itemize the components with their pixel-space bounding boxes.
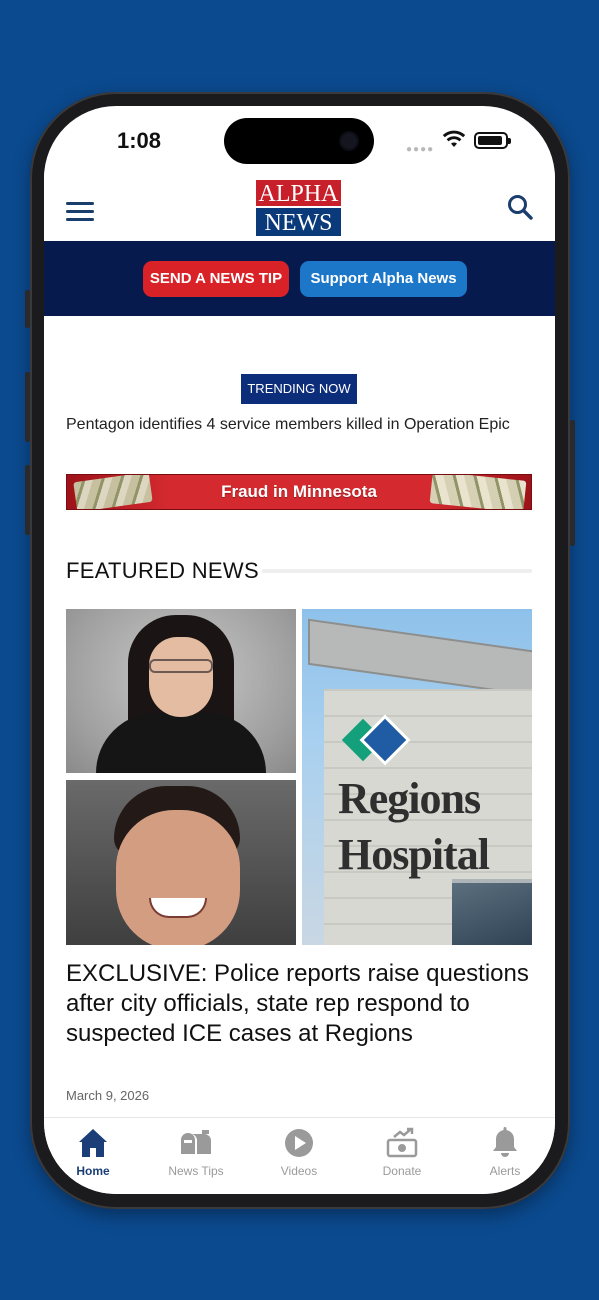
bell-icon [493, 1127, 517, 1157]
send-news-tip-button[interactable]: SEND A NEWS TIP [143, 261, 289, 297]
phone-action-button [25, 290, 30, 328]
phone-volume-down-button [25, 465, 30, 535]
featured-news-heading: FEATURED NEWS [66, 558, 259, 583]
phone-volume-up-button [25, 372, 30, 442]
hamburger-menu-icon[interactable] [66, 202, 94, 222]
tab-label: Videos [280, 1164, 318, 1178]
tab-label: Donate [382, 1164, 422, 1178]
play-icon [285, 1129, 313, 1157]
building-sign-word: Hospital [338, 830, 490, 879]
tab-videos[interactable]: Videos [254, 1126, 344, 1178]
phone-power-button [570, 420, 575, 546]
donate-icon [386, 1127, 418, 1158]
tab-alerts[interactable]: Alerts [460, 1126, 550, 1178]
cta-band: SEND A NEWS TIP Support Alpha News [44, 241, 555, 316]
section-divider [262, 569, 532, 573]
trending-headline-ticker[interactable]: Pentagon identifies 4 service members ki… [66, 416, 532, 434]
tab-label: Alerts [489, 1164, 521, 1178]
app-header: ALPHA NEWS [44, 172, 555, 241]
status-bar: 1:08 ●●●● [44, 106, 555, 172]
status-time: 1:08 [117, 128, 162, 153]
search-icon[interactable] [507, 194, 533, 220]
tab-news-tips[interactable]: News Tips [151, 1126, 241, 1178]
logo-text-top: ALPHA [255, 179, 342, 207]
logo-text-bottom: NEWS [255, 207, 342, 237]
app-screen: 1:08 ●●●● ALPHA NEWS SEND A NEWS TIP Sup… [44, 106, 555, 1194]
featured-article-title[interactable]: EXCLUSIVE: Police reports raise question… [66, 959, 532, 1049]
tab-label: Home [76, 1164, 110, 1178]
featured-article-date: March 9, 2026 [66, 1088, 150, 1103]
bottom-tab-bar: Home News Tips Videos Donate Alerts [44, 1117, 555, 1194]
banner-text: Fraud in Minnesota [221, 482, 377, 501]
cellular-signal-icon: ●●●● [406, 144, 435, 155]
fraud-in-minnesota-banner[interactable]: Fraud in Minnesota [66, 474, 532, 510]
alpha-news-logo[interactable]: ALPHA NEWS [255, 179, 342, 237]
trending-now-badge: TRENDING NOW [241, 374, 357, 404]
dynamic-island [224, 118, 374, 164]
home-icon [79, 1129, 107, 1157]
wifi-icon [442, 130, 466, 147]
camera-icon [341, 133, 357, 149]
support-alpha-news-button[interactable]: Support Alpha News [300, 261, 467, 297]
mailbox-icon [181, 1130, 211, 1154]
regions-logo-icon [341, 718, 416, 763]
regions-hospital-building-photo: Regions Hospital [302, 609, 532, 945]
tab-donate[interactable]: Donate [357, 1126, 447, 1178]
building-sign-word: Regions [338, 774, 481, 823]
tab-label: News Tips [168, 1164, 224, 1178]
tab-home[interactable]: Home [48, 1126, 138, 1178]
battery-icon [474, 132, 511, 149]
featured-article-image[interactable]: Regions Hospital [66, 609, 532, 945]
man-portrait-photo [66, 780, 296, 945]
woman-portrait-photo [66, 609, 296, 773]
